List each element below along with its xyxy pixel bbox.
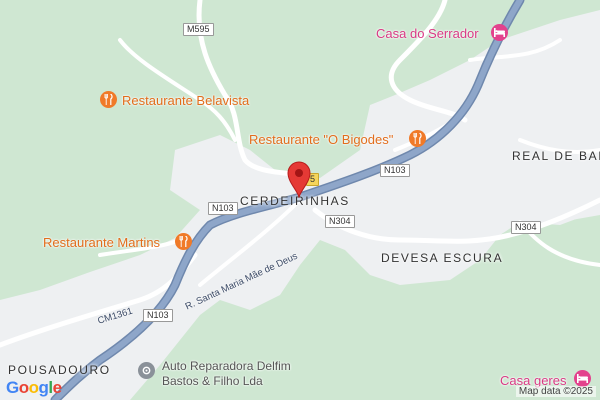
poi-label-line: Auto Reparadora Delfim: [162, 359, 291, 373]
road-shield-n103: N103: [143, 309, 173, 322]
map-data-credit[interactable]: Map data ©2025: [515, 386, 596, 397]
road-shield-n304: N304: [325, 215, 355, 228]
poi-label-restaurante-belavista[interactable]: Restaurante Belavista: [122, 93, 249, 108]
poi-label-line: Bastos & Filho Lda: [162, 374, 263, 388]
road-shield-m595: M595: [183, 23, 214, 36]
restaurant-icon[interactable]: [175, 233, 192, 250]
google-logo-letter: e: [52, 378, 62, 397]
google-logo-letter: o: [28, 378, 39, 397]
google-logo: Google: [6, 378, 62, 398]
car-repair-icon[interactable]: [138, 362, 155, 379]
restaurant-icon[interactable]: [100, 91, 117, 108]
restaurant-icon[interactable]: [409, 130, 426, 147]
road-shield-n103: N103: [208, 202, 238, 215]
road-shield-n103: N103: [380, 164, 410, 177]
google-logo-letter: G: [6, 378, 19, 397]
google-logo-letter: g: [38, 378, 49, 397]
map-canvas[interactable]: M595 5 N103 N103 N103 N304 N304 R. Santa…: [0, 0, 600, 400]
location-pin-icon[interactable]: [286, 160, 312, 198]
place-label-devesa-escura: DEVESA ESCURA: [381, 251, 504, 265]
hotel-icon[interactable]: [491, 24, 508, 41]
google-logo-letter: o: [18, 378, 29, 397]
hotel-icon[interactable]: [574, 370, 591, 387]
poi-label-auto-reparadora[interactable]: Auto Reparadora Delfim Bastos & Filho Ld…: [162, 359, 291, 389]
poi-label-restaurante-martins[interactable]: Restaurante Martins: [43, 235, 160, 250]
road-shield-n304: N304: [511, 221, 541, 234]
place-label-pousadouro: POUSADOURO: [8, 363, 111, 377]
poi-label-casa-do-serrador[interactable]: Casa do Serrador: [376, 26, 479, 41]
poi-label-restaurante-o-bigodes[interactable]: Restaurante "O Bigodes": [249, 132, 393, 147]
place-label-real-de-bai: REAL DE BAI: [512, 149, 600, 163]
